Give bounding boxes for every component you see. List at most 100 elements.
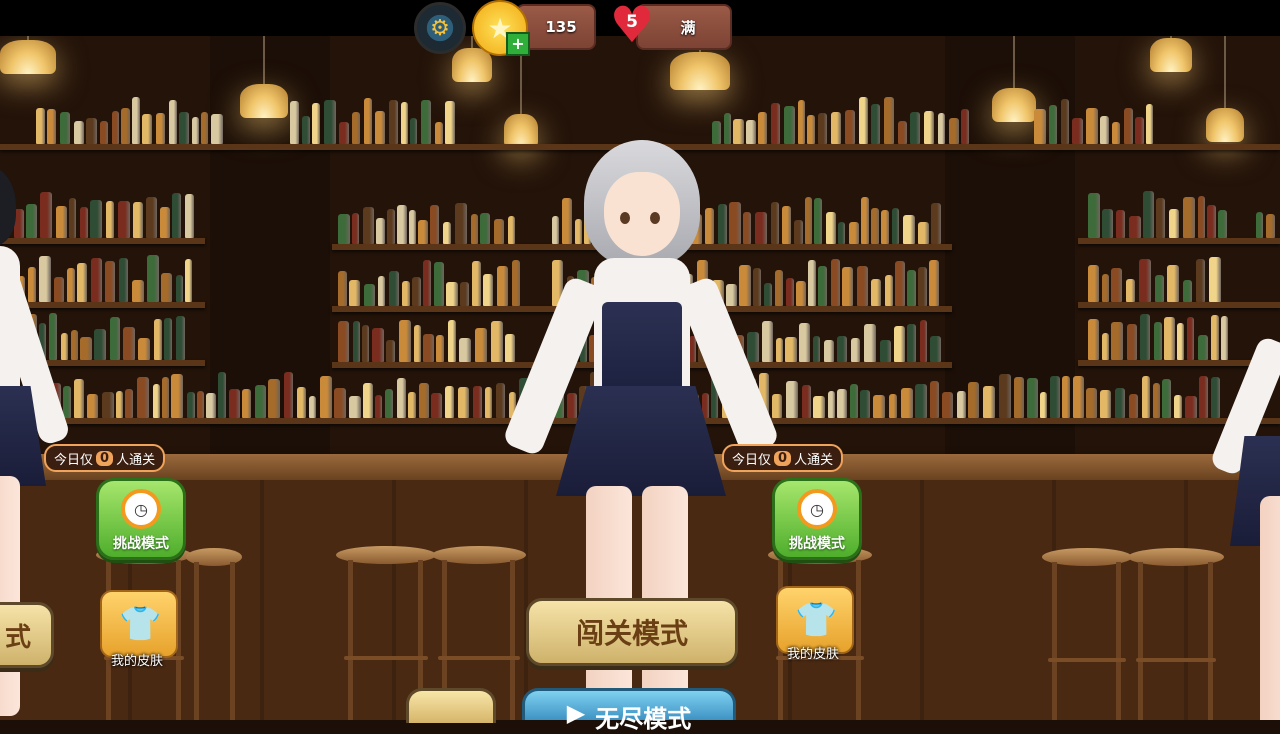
bottle bbox=[91, 258, 102, 302]
play-icon: ▶ bbox=[566, 699, 586, 727]
bottle bbox=[762, 321, 773, 362]
bottle bbox=[837, 389, 847, 418]
bottle bbox=[324, 100, 336, 144]
bottom-item-button[interactable] bbox=[406, 688, 496, 723]
bottle bbox=[1111, 268, 1122, 302]
bottle bbox=[885, 275, 893, 306]
left-mode-button[interactable]: 式 bbox=[0, 602, 54, 668]
bottle bbox=[1155, 275, 1164, 302]
bottle bbox=[1127, 324, 1137, 360]
bottle bbox=[968, 382, 979, 418]
bottle bbox=[414, 325, 421, 362]
bottle bbox=[290, 101, 299, 144]
bottle bbox=[229, 389, 240, 418]
bottle bbox=[458, 387, 469, 418]
challenge-mode-button[interactable]: ◷ 挑战模式 bbox=[96, 478, 186, 560]
bottle bbox=[387, 209, 395, 244]
bottle bbox=[910, 112, 920, 144]
bottle bbox=[185, 194, 194, 238]
bottle bbox=[90, 200, 102, 238]
bottle bbox=[86, 118, 97, 144]
bottle bbox=[1139, 259, 1151, 302]
bottle bbox=[1146, 104, 1153, 144]
bottle bbox=[302, 116, 310, 144]
bottle bbox=[353, 321, 360, 362]
bottle bbox=[505, 334, 515, 362]
hearts-status: 满 bbox=[680, 18, 696, 37]
bottle bbox=[497, 266, 508, 306]
bottle bbox=[1014, 377, 1024, 418]
bottle bbox=[121, 108, 130, 144]
bottle bbox=[929, 260, 939, 306]
bottle bbox=[100, 121, 108, 144]
bottle bbox=[364, 284, 375, 306]
bottle bbox=[884, 97, 894, 144]
bottle bbox=[471, 214, 478, 244]
settings-button[interactable]: ⚙ bbox=[414, 2, 466, 54]
bottle bbox=[1169, 209, 1179, 238]
bubble-prefix: 今日仅 bbox=[54, 452, 94, 468]
add-coins-button[interactable]: + bbox=[506, 32, 530, 56]
bottle bbox=[907, 324, 916, 362]
bottle bbox=[434, 262, 444, 306]
bottle bbox=[162, 377, 169, 418]
bottle bbox=[880, 340, 891, 362]
bottle bbox=[77, 263, 87, 302]
bottle bbox=[805, 197, 812, 244]
bottle bbox=[397, 205, 407, 244]
bottle bbox=[831, 259, 840, 306]
bottle bbox=[871, 279, 881, 306]
bottle bbox=[861, 197, 869, 244]
bottle bbox=[1129, 394, 1138, 418]
bottle bbox=[1088, 319, 1099, 360]
challenge-mode-button[interactable]: ◷ 挑战模式 bbox=[772, 478, 862, 560]
bottle bbox=[1154, 322, 1162, 360]
bottle bbox=[1167, 265, 1179, 302]
bottle bbox=[961, 109, 969, 144]
my-skin-button[interactable]: 👕 bbox=[100, 590, 178, 658]
bottle bbox=[172, 193, 181, 238]
bottle bbox=[1088, 193, 1100, 238]
bottle bbox=[930, 381, 939, 418]
bottle bbox=[338, 271, 347, 306]
bottle bbox=[1100, 116, 1109, 144]
bottle bbox=[118, 201, 130, 238]
side-character-right bbox=[1208, 335, 1280, 720]
bottle bbox=[475, 328, 487, 362]
bottle bbox=[430, 205, 439, 244]
bottle bbox=[1086, 388, 1097, 418]
bottle bbox=[179, 112, 189, 144]
bottle bbox=[375, 395, 382, 418]
bottle bbox=[764, 283, 772, 306]
challenge-mode-label: 挑战模式 bbox=[789, 536, 845, 552]
bottle bbox=[69, 198, 76, 238]
bottle bbox=[71, 330, 78, 360]
level-mode-button[interactable]: 闯关模式 bbox=[526, 598, 738, 666]
bottle bbox=[80, 337, 92, 360]
bottle bbox=[123, 327, 135, 360]
endless-mode-button[interactable]: ▶ 无尽模式 bbox=[522, 688, 736, 733]
bottle bbox=[445, 101, 455, 144]
bottle bbox=[494, 219, 504, 244]
bottle bbox=[116, 391, 123, 418]
bottle bbox=[408, 392, 416, 418]
bottle bbox=[1129, 216, 1141, 238]
bottle bbox=[412, 277, 421, 306]
bottle bbox=[138, 338, 150, 360]
shelf bbox=[1078, 238, 1280, 244]
bottle bbox=[496, 383, 505, 418]
bottle bbox=[1073, 376, 1084, 418]
bottle bbox=[480, 213, 490, 244]
bottle bbox=[372, 328, 384, 362]
bottle bbox=[389, 271, 399, 306]
bottle bbox=[309, 396, 316, 418]
bottle bbox=[508, 216, 515, 244]
bottle bbox=[352, 112, 360, 144]
bottle bbox=[362, 325, 369, 362]
pendant-lamp bbox=[1150, 36, 1192, 76]
bottle bbox=[771, 103, 780, 144]
bottle bbox=[176, 316, 185, 360]
bottle bbox=[338, 321, 349, 362]
bottle bbox=[483, 274, 493, 306]
bottle bbox=[423, 334, 434, 362]
